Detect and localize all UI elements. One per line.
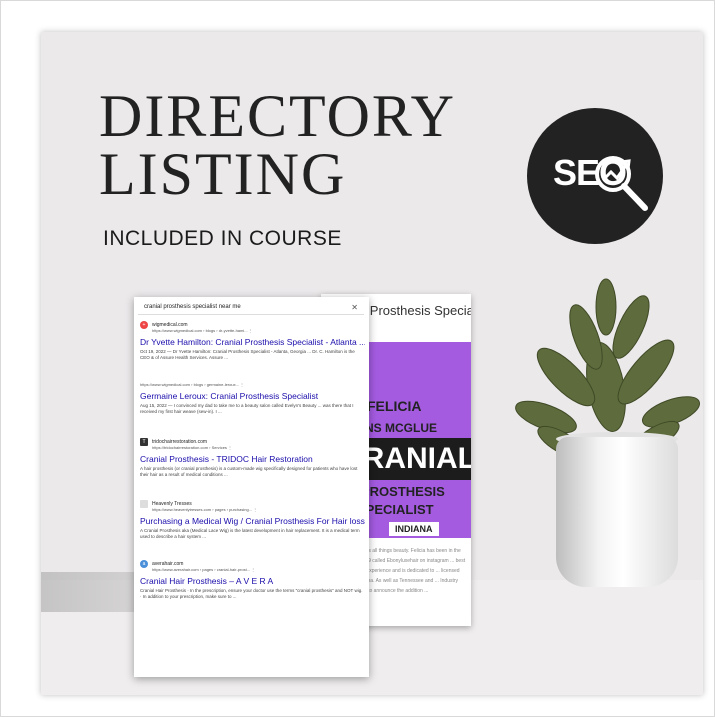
seo-badge: SEO <box>527 108 663 244</box>
result-snippet: Cranial Hair Prosthesis · In the prescri… <box>140 588 363 599</box>
plant-pot <box>556 437 678 587</box>
close-icon[interactable]: ✕ <box>351 303 358 312</box>
banner-name-1: FELICIA <box>367 398 422 414</box>
poster-subtitle: INCLUDED IN COURSE <box>103 227 342 250</box>
result-url: https://www.heavenlytresses.com › pages … <box>152 507 258 512</box>
result-title-link[interactable]: Cranial Hair Prosthesis – A V E R A <box>140 576 365 586</box>
search-result: + wigmedical.com https://www.wigmedical.c… <box>140 321 365 361</box>
search-query: cranial prosthesis specialist near me <box>144 304 241 310</box>
title-line-2: LISTING <box>99 141 347 207</box>
result-title-link[interactable]: Dr Yvette Hamilton: Cranial Prosthesis S… <box>140 337 365 347</box>
result-snippet: A Cranial Prosthesis aka (Medical Lace W… <box>140 528 360 539</box>
search-result: https://www.wigmedical.com › blogs › ger… <box>140 382 365 415</box>
magnifier-icon <box>595 156 648 211</box>
search-result: Heavenly Tresses https://www.heavenlytre… <box>140 500 365 540</box>
result-url: https://tridochairrestoration.com › Serv… <box>152 445 233 450</box>
result-snippet: Oct 19, 2022 — Dr Yvette Hamilton: Crani… <box>140 349 355 360</box>
result-title-link[interactable]: Cranial Prosthesis - TRIDOC Hair Restora… <box>140 454 365 464</box>
poster-title: DIRECTORY LISTING <box>99 83 456 207</box>
result-snippet: A hair prosthesis (or cranial prosthesis… <box>140 466 358 477</box>
banner-line-3: PROSTHESIS <box>361 484 445 499</box>
result-snippet: Aug 15, 2022 — I convinced my dad to tak… <box>140 403 354 414</box>
result-url: https://www.wigmedical.com › blogs › dr-… <box>152 328 253 333</box>
result-title-link[interactable]: Germaine Leroux: Cranial Prosthesis Spec… <box>140 391 365 401</box>
favicon-icon: + <box>140 321 148 329</box>
favicon-icon: a <box>140 560 148 568</box>
poster: DIRECTORY LISTING INCLUDED IN COURSE SEO <box>41 32 703 695</box>
banner-tag: INDIANA <box>389 522 439 536</box>
favicon-icon <box>140 500 148 508</box>
search-result: Ttridochairrestoration.com https://trido… <box>140 438 365 478</box>
result-title-link[interactable]: Purchasing a Medical Wig / Cranial Prost… <box>140 516 365 526</box>
search-result: a averahair.com https://www.averahair.com… <box>140 560 365 600</box>
search-bar[interactable]: cranial prosthesis specialist near me ✕ <box>138 301 364 315</box>
favicon-icon: T <box>140 438 148 446</box>
title-line-1: DIRECTORY <box>99 83 456 149</box>
result-url: https://www.wigmedical.com › blogs › ger… <box>140 382 245 387</box>
search-results-card: cranial prosthesis specialist near me ✕ … <box>134 297 369 677</box>
result-url: https://www.averahair.com › pages › cran… <box>152 567 256 572</box>
